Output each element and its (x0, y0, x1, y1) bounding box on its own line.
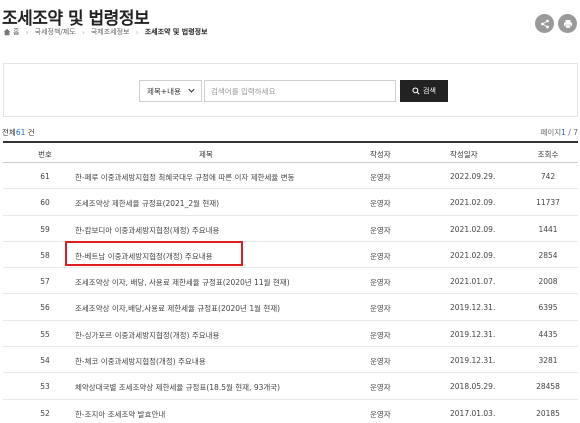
row-views: 6395 (538, 303, 558, 313)
header-no: 번호 (38, 150, 52, 159)
result-count: 61 (15, 128, 26, 137)
table-row[interactable]: 60 조세조약상 제한세율 규정표(2021_2월 현재) 운영자 2021.0… (3, 189, 578, 216)
row-no: 59 (40, 224, 50, 234)
search-button-label: 검색 (423, 88, 436, 95)
row-title-link[interactable]: 한-싱가포르 이중과세방지협정(개정) 주요내용 (75, 330, 219, 341)
chevron-right-icon: › (25, 27, 29, 37)
table-header: 번호 제목 작성자 작성일자 조회수 (3, 141, 578, 163)
row-writer: 운영자 (370, 304, 391, 314)
row-date: 2019.12.31. (450, 356, 496, 366)
row-writer: 운영자 (370, 199, 391, 209)
row-title-link[interactable]: 한-체코 이중과세방지협정(개정) 주요내용 (75, 356, 206, 367)
row-writer: 운영자 (370, 173, 391, 182)
table-row[interactable]: 61 한-페루 이중과세방지협정 최혜국대우 규정에 따른 이자 제한세율 변동… (3, 163, 578, 190)
row-no: 55 (40, 329, 50, 339)
breadcrumb-international-tax[interactable]: 국제조세정보 (91, 27, 130, 37)
page-total: 7 (573, 128, 578, 137)
row-date: 2017.01.03. (450, 408, 496, 418)
row-date: 2021.02.09. (450, 224, 496, 234)
page-label: 페이지 (540, 128, 562, 137)
row-writer: 운영자 (370, 278, 391, 288)
row-title-link[interactable]: 체약상대국별 조세조약상 제한세율 규정표(18.5월 현재, 93개국) (75, 382, 280, 393)
row-writer: 운영자 (370, 225, 391, 235)
summary-prefix: 전체 (2, 128, 16, 137)
search-field-select[interactable]: 제목+내용 (139, 80, 202, 102)
search-icon (412, 87, 420, 95)
row-title-link[interactable]: 조세조약상 제한세율 규정표(2021_2월 현재) (75, 198, 219, 209)
row-title-link[interactable]: 한-베트남 이중과세방지협정(개정) 주요내용 (75, 251, 213, 262)
row-no: 61 (40, 172, 50, 181)
search-field-value: 제목+내용 (147, 86, 181, 96)
share-icon (540, 19, 549, 28)
print-icon (563, 19, 572, 28)
header-date: 작성일자 (450, 150, 478, 159)
table-row[interactable]: 52 한-조지아 조세조약 발효안내 운영자 2017.01.03. 20185 (3, 400, 578, 423)
chevron-down-icon (188, 88, 195, 93)
search-panel: 제목+내용 검색 (3, 63, 578, 117)
row-views: 11737 (536, 198, 560, 208)
header-actions (535, 14, 577, 33)
row-no: 52 (40, 408, 50, 418)
table-row[interactable]: 58 한-베트남 이중과세방지협정(개정) 주요내용 운영자 2021.02.0… (3, 242, 578, 269)
row-date: 2021.01.07. (450, 277, 496, 287)
header-views: 조회수 (537, 150, 559, 159)
breadcrumb: 홈 › 국세정책/제도 › 국제조세정보 › 조세조약 및 법령정보 (3, 27, 208, 37)
table-row[interactable]: 54 한-체코 이중과세방지협정(개정) 주요내용 운영자 2019.12.31… (3, 347, 578, 374)
breadcrumb-current: 조세조약 및 법령정보 (144, 28, 208, 36)
row-views: 20185 (536, 408, 560, 418)
row-writer: 운영자 (370, 357, 391, 367)
row-no: 58 (40, 250, 50, 260)
table-row[interactable]: 59 한-캄보디아 이중과세방지협정(제정) 주요내용 운영자 2021.02.… (3, 216, 578, 242)
search-input[interactable] (204, 80, 396, 102)
row-writer: 운영자 (370, 251, 391, 261)
header-writer: 작성자 (370, 150, 391, 159)
page-header: 조세조약 및 법령정보 홈 › 국세정책/제도 › 국제조세정보 › 조세조약 … (0, 0, 580, 50)
row-views: 4435 (538, 329, 558, 339)
table-row[interactable]: 53 체약상대국별 조세조약상 제한세율 규정표(18.5월 현재, 93개국)… (3, 373, 578, 400)
row-date: 2019.12.31. (450, 329, 496, 339)
row-title-link[interactable]: 한-페루 이중과세방지협정 최혜국대우 규정에 따른 이자 제한세율 변동 (75, 172, 295, 183)
row-date: 2019.12.31. (450, 303, 496, 313)
breadcrumb-home[interactable]: 홈 (13, 27, 19, 37)
row-date: 2021.02.09. (450, 198, 496, 208)
row-date: 2018.05.29. (450, 382, 496, 392)
search-button[interactable]: 검색 (400, 80, 448, 102)
summary-suffix: 건 (27, 128, 35, 137)
share-button[interactable] (535, 14, 554, 33)
home-icon[interactable] (3, 28, 11, 36)
row-no: 53 (40, 382, 50, 392)
row-views: 1441 (538, 224, 558, 234)
print-button[interactable] (558, 14, 577, 33)
row-title-link[interactable]: 조세조약상 이자,배당,사용료 제한세율 규정표(2020년 1월 현재) (75, 303, 280, 314)
table-row[interactable]: 55 한-싱가포르 이중과세방지협정(개정) 주요내용 운영자 2019.12.… (3, 321, 578, 348)
result-summary: 전체61 건 (2, 127, 35, 138)
row-views: 742 (540, 172, 556, 181)
row-no: 60 (40, 198, 50, 208)
row-title-link[interactable]: 한-조지아 조세조약 발효안내 (75, 409, 165, 420)
row-title-link[interactable]: 조세조약상 이자, 배당, 사용료 제한세율 규정표(2020년 11월 현재) (75, 277, 290, 288)
row-no: 56 (40, 303, 50, 313)
row-views: 28458 (536, 382, 560, 392)
row-writer: 운영자 (370, 383, 391, 393)
row-writer: 운영자 (370, 330, 391, 340)
board-table: 번호 제목 작성자 작성일자 조회수 61 한-페루 이중과세방지협정 최혜국대… (3, 141, 578, 423)
chevron-right-icon: › (81, 27, 85, 37)
row-views: 3281 (538, 356, 558, 366)
row-writer: 운영자 (370, 409, 391, 419)
row-date: 2022.09.29. (450, 172, 496, 181)
page-indicator: 페이지1 / 7 (540, 127, 578, 138)
row-date: 2021.02.09. (450, 250, 496, 260)
row-no: 54 (40, 356, 50, 366)
row-views: 2854 (538, 250, 558, 260)
row-views: 2008 (538, 277, 558, 287)
table-row[interactable]: 57 조세조약상 이자, 배당, 사용료 제한세율 규정표(2020년 11월 … (3, 268, 578, 295)
chevron-right-icon: › (135, 27, 139, 37)
header-title: 제목 (199, 150, 213, 159)
row-no: 57 (40, 277, 50, 287)
row-title-link[interactable]: 한-캄보디아 이중과세방지협정(제정) 주요내용 (75, 225, 219, 236)
page-title: 조세조약 및 법령정보 (2, 9, 150, 29)
breadcrumb-policy[interactable]: 국세정책/제도 (35, 27, 76, 37)
table-row[interactable]: 56 조세조약상 이자,배당,사용료 제한세율 규정표(2020년 1월 현재)… (3, 294, 578, 321)
